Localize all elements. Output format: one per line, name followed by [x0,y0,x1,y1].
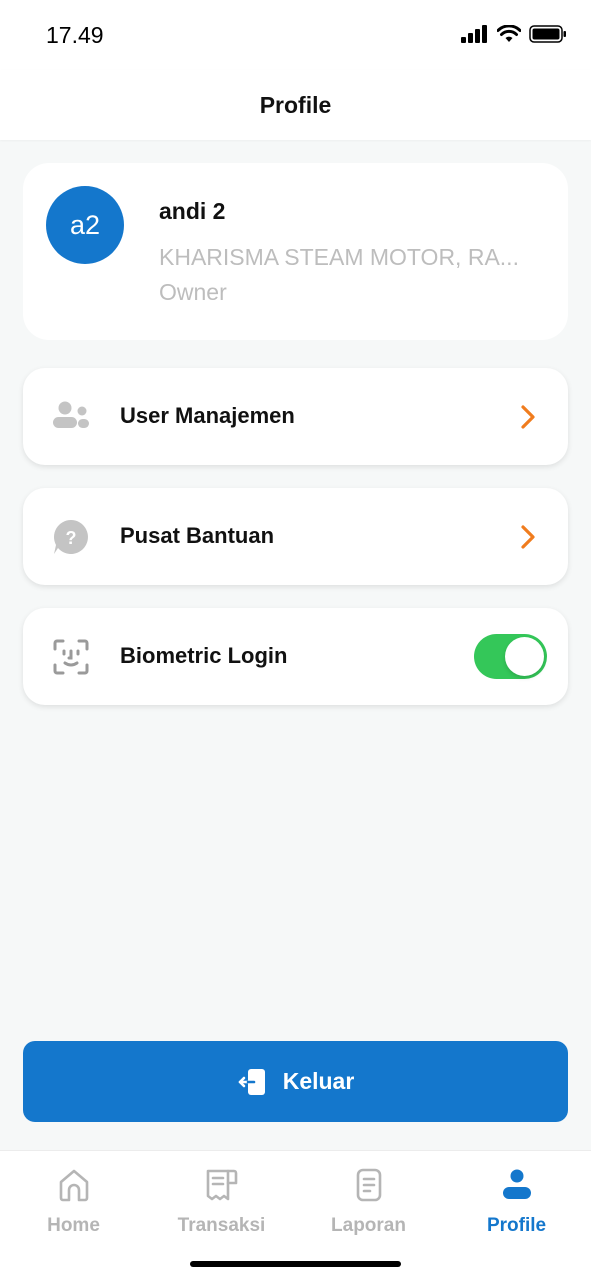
tab-label: Laporan [331,1215,406,1236]
profile-card: a2 andi 2 KHARISMA STEAM MOTOR, RA... Ow… [23,163,568,340]
menu-label: Biometric Login [120,643,288,668]
menu-label: Pusat Bantuan [120,523,275,548]
logout-icon [238,1068,265,1095]
chevron-right-icon [521,405,535,429]
logout-label: Keluar [282,1068,355,1094]
person-icon [502,1169,531,1199]
page-title: Profile [259,91,332,118]
svg-text:?: ? [66,528,77,548]
toggle-knob [505,637,544,676]
help-circle-icon: ? [54,520,88,554]
status-bar: 17.49 [0,0,591,70]
user-company: KHARISMA STEAM MOTOR, RA... [159,244,519,270]
receipt-icon [206,1169,237,1201]
menu-help-center[interactable]: ? Pusat Bantuan [23,488,568,585]
tab-profile[interactable]: Profile [443,1165,590,1245]
status-icons [461,25,567,43]
header: Profile [0,70,591,140]
menu-label: User Manajemen [120,403,295,428]
tab-laporan[interactable]: Laporan [295,1165,442,1245]
avatar-initials: a2 [69,209,101,240]
home-indicator [190,1261,401,1267]
biometric-toggle[interactable] [474,634,547,679]
face-id-icon [53,639,89,675]
menu-biometric-login: Biometric Login [23,608,568,705]
signal-icon [461,25,487,43]
chevron-right-icon [521,525,535,549]
document-icon [356,1168,381,1202]
wifi-icon [497,25,521,42]
home-icon [59,1169,88,1202]
user-name: andi 2 [159,198,226,224]
battery-icon [529,25,566,43]
menu-user-management[interactable]: User Manajemen [23,368,568,465]
user-role: Owner [159,279,227,305]
status-time: 17.49 [46,22,104,48]
users-icon [53,401,89,428]
logout-button[interactable]: Keluar [23,1041,568,1122]
tab-label: Home [47,1215,100,1236]
tab-transaksi[interactable]: Transaksi [148,1165,295,1245]
tab-label: Transaksi [177,1215,266,1236]
tab-label: Profile [486,1215,547,1236]
avatar: a2 [46,186,124,264]
tab-home[interactable]: Home [0,1165,147,1245]
